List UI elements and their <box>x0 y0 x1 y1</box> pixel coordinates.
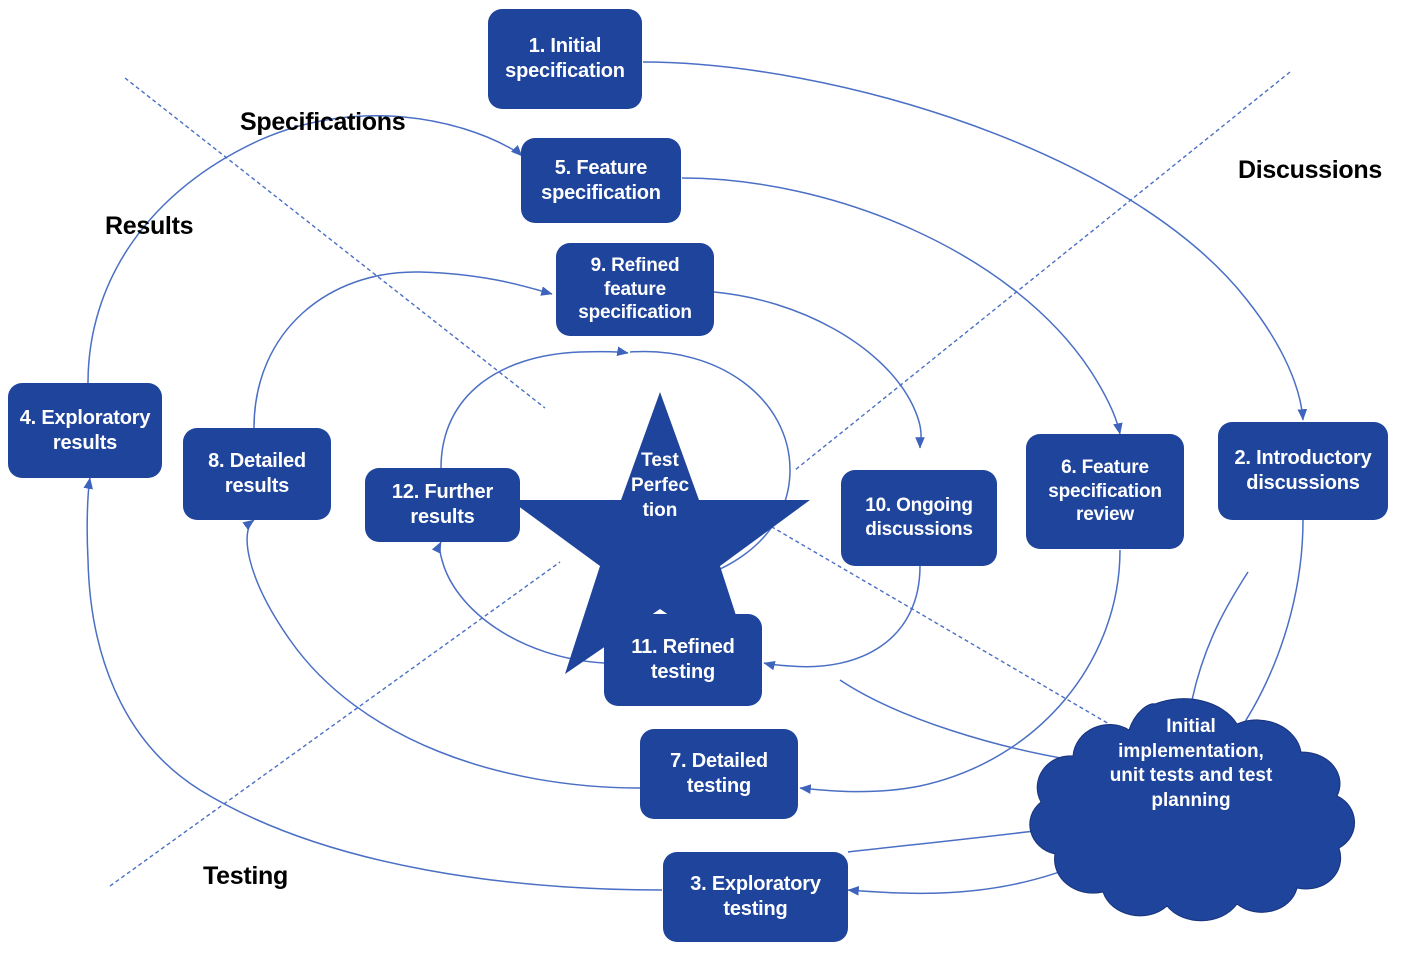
node-7-detailed-testing[interactable]: 7. Detailed testing <box>640 729 798 819</box>
quadrant-label-specifications: Specifications <box>240 108 406 136</box>
arc-cloud-to-inner <box>839 679 1073 761</box>
arc-5-to-6 <box>681 177 1123 435</box>
divider-top-right <box>794 71 1291 471</box>
arc-1-to-2 <box>642 61 1308 421</box>
quadrant-label-results: Results <box>105 212 194 240</box>
node-2-introductory-discussions[interactable]: 2. Introductory discussions <box>1218 422 1388 520</box>
node-3-exploratory-testing[interactable]: 3. Exploratory testing <box>663 852 848 942</box>
cloud-label: Initial implementation, unit tests and t… <box>1109 716 1273 812</box>
node-8-detailed-results[interactable]: 8. Detailed results <box>183 428 331 520</box>
quadrant-label-discussions: Discussions <box>1238 156 1382 184</box>
node-1-initial-specification[interactable]: 1. Initial specification <box>488 9 642 109</box>
arc-9-to-10 <box>713 291 925 449</box>
arc-cloud-up <box>1191 571 1249 701</box>
arc-8-to-9 <box>253 271 553 429</box>
node-11-refined-testing[interactable]: 11. Refined testing <box>604 614 762 706</box>
arc-10-to-11 <box>763 565 921 671</box>
node-10-ongoing-discussions[interactable]: 10. Ongoing discussions <box>841 470 997 566</box>
node-4-exploratory-results[interactable]: 4. Exploratory results <box>8 383 162 478</box>
node-6-feature-specification-review[interactable]: 6. Feature specification review <box>1026 434 1184 549</box>
quadrant-label-testing: Testing <box>203 862 288 890</box>
node-12-further-results[interactable]: 12. Further results <box>365 468 520 542</box>
star-label: Test Perfec tion <box>630 450 690 522</box>
arc-4-to-5 <box>87 115 523 384</box>
node-9-refined-feature-specification[interactable]: 9. Refined feature specification <box>556 243 714 336</box>
arc-cloud-lower <box>847 827 1061 853</box>
divider-bottom-left <box>109 561 561 887</box>
node-5-feature-specification[interactable]: 5. Feature specification <box>521 138 681 223</box>
diagram-canvas: Specifications Discussions Results Testi… <box>0 0 1402 954</box>
